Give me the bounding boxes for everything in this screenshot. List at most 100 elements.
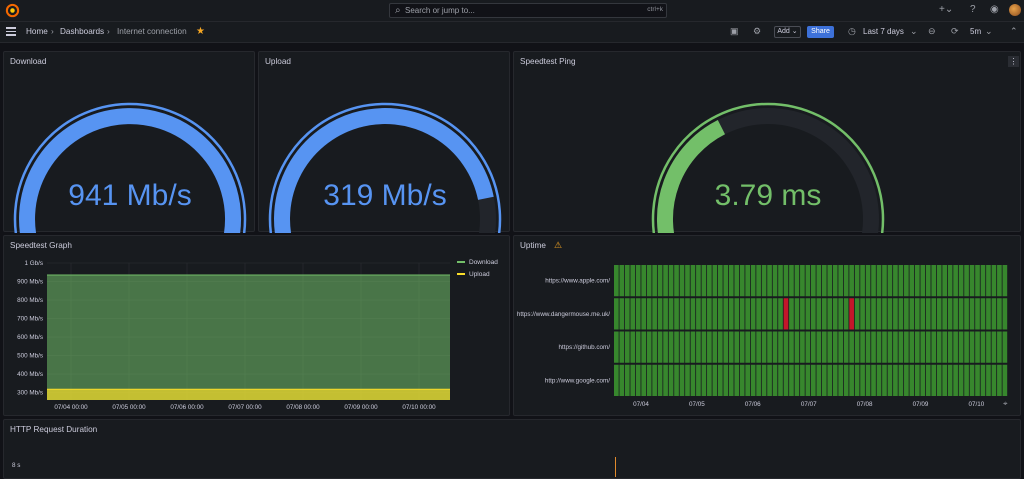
search-icon: ⌕ bbox=[395, 5, 401, 16]
breadcrumb-home[interactable]: Home bbox=[26, 27, 48, 36]
timeline-cell bbox=[865, 364, 871, 396]
settings-gear-icon[interactable]: ⚙ bbox=[753, 26, 761, 37]
panel-speedtest-graph[interactable]: Speedtest Graph 1 Gb/s 900 Mb/s 800 Mb/s 70… bbox=[3, 235, 510, 416]
help-icon[interactable]: ? bbox=[970, 4, 976, 15]
timeline-cell bbox=[975, 265, 980, 297]
timeline-cell bbox=[832, 265, 838, 297]
legend-item-download[interactable]: Download bbox=[457, 259, 498, 266]
timeline-cell bbox=[668, 265, 674, 297]
timeline-cell bbox=[756, 265, 761, 297]
timeline-cell bbox=[652, 265, 657, 297]
timeline-cell bbox=[821, 265, 827, 297]
timeline-cell bbox=[904, 265, 909, 297]
panel-download[interactable]: Download 941 Mb/s bbox=[3, 51, 255, 233]
panel-uptime[interactable]: Uptime ⚠ https://www.apple.com/https://w… bbox=[513, 235, 1021, 416]
timeline-cell bbox=[728, 298, 734, 330]
timeline-cell bbox=[904, 364, 909, 396]
x-tick-label: 07/05 bbox=[689, 401, 705, 408]
timeline-cell bbox=[942, 364, 948, 396]
gauge-track bbox=[657, 108, 879, 233]
timeline-cell bbox=[838, 265, 844, 297]
refresh-icon[interactable]: ⟳ bbox=[951, 26, 959, 37]
search-shortcut: ctrl+k bbox=[647, 6, 663, 13]
timeline-cell bbox=[679, 364, 685, 396]
panel-upload[interactable]: Upload 319 Mb/s bbox=[258, 51, 510, 233]
timeline-cell bbox=[696, 331, 701, 363]
timeline-cell bbox=[728, 265, 734, 297]
tooltip-icon[interactable]: ⌖ bbox=[1003, 399, 1008, 409]
timeline-cell bbox=[849, 265, 854, 297]
timeline-cell bbox=[641, 265, 647, 297]
star-icon[interactable]: ★ bbox=[196, 26, 205, 37]
legend-item-upload[interactable]: Upload bbox=[457, 271, 490, 278]
timeline-cell bbox=[723, 298, 729, 330]
timeline-cell bbox=[739, 331, 745, 363]
timeline-cell bbox=[914, 265, 920, 297]
panel-speedtest-ping[interactable]: Speedtest Ping ⋮ 3.79 ms bbox=[513, 51, 1021, 233]
dashboard-nav-bar: Home › Dashboards › Internet connection … bbox=[0, 22, 1024, 43]
collapse-chevron-icon[interactable]: ⌃ bbox=[1010, 26, 1018, 37]
news-rss-icon[interactable]: ◉ bbox=[990, 4, 999, 15]
annotation-marker[interactable] bbox=[615, 457, 616, 477]
timeline-cell bbox=[805, 364, 811, 396]
plus-icon[interactable]: +⌄ bbox=[939, 4, 953, 15]
refresh-interval-picker[interactable]: 5m bbox=[970, 27, 981, 36]
search-input[interactable]: ⌕ Search or jump to... ctrl+k bbox=[389, 3, 667, 18]
add-button[interactable]: Add ⌄ bbox=[774, 26, 801, 38]
timeline-cell bbox=[969, 298, 975, 330]
timeline-cell bbox=[783, 364, 789, 396]
share-button[interactable]: Share bbox=[807, 26, 834, 38]
chevron-down-icon[interactable]: ⌄ bbox=[985, 26, 993, 37]
timeline-cell bbox=[624, 298, 630, 330]
upload-value: 319 Mb/s bbox=[323, 179, 447, 212]
legend-swatch bbox=[457, 273, 465, 276]
clock-icon[interactable]: ◷ bbox=[848, 26, 856, 37]
timeline-cell bbox=[843, 265, 849, 297]
chevron-down-icon[interactable]: ⌄ bbox=[910, 26, 918, 37]
timeline-cell bbox=[936, 331, 942, 363]
timeline-cell bbox=[816, 298, 822, 330]
timeline-cell bbox=[854, 364, 860, 396]
timeline-cell bbox=[701, 364, 707, 396]
timeline-cell bbox=[772, 265, 778, 297]
timeline-cell bbox=[898, 364, 904, 396]
time-range-picker[interactable]: Last 7 days bbox=[863, 27, 904, 36]
zoom-out-icon[interactable]: ⊖ bbox=[928, 26, 936, 37]
legend-label: Upload bbox=[469, 271, 490, 278]
row-label: https://github.com/ bbox=[559, 344, 611, 351]
x-tick-label: 07/08 00:00 bbox=[286, 404, 320, 411]
panel-http-request-duration[interactable]: HTTP Request Duration 8 s bbox=[3, 419, 1021, 479]
menu-icon[interactable] bbox=[6, 27, 16, 36]
timeline-cell bbox=[986, 331, 991, 363]
timeline-cell bbox=[904, 331, 909, 363]
timeline-cell bbox=[936, 298, 942, 330]
breadcrumb-dashboards[interactable]: Dashboards bbox=[60, 27, 104, 36]
save-icon[interactable]: ▣ bbox=[730, 26, 739, 37]
grafana-logo-icon[interactable] bbox=[5, 3, 20, 18]
avatar[interactable] bbox=[1009, 4, 1021, 16]
y-tick-label: 300 Mb/s bbox=[17, 390, 43, 397]
timeline-cell bbox=[635, 298, 641, 330]
timeline-cell bbox=[794, 331, 800, 363]
timeline-cell bbox=[635, 265, 641, 297]
timeline-cell bbox=[958, 298, 964, 330]
y-tick-label: 900 Mb/s bbox=[17, 279, 43, 286]
timeline-cell bbox=[1002, 298, 1008, 330]
timeline-cell bbox=[997, 298, 1002, 330]
timeline-cell bbox=[772, 331, 778, 363]
timeline-cell bbox=[734, 298, 740, 330]
timeline-cell bbox=[865, 265, 871, 297]
timeline-cell bbox=[707, 298, 712, 330]
timeline-cell bbox=[947, 331, 953, 363]
timeline-cell bbox=[685, 265, 690, 297]
timeline-cell bbox=[696, 364, 701, 396]
timeline-cell bbox=[838, 298, 844, 330]
timeline-cell bbox=[657, 298, 663, 330]
timeline-cell bbox=[816, 331, 822, 363]
timeline-cell bbox=[838, 331, 844, 363]
timeline-cell bbox=[745, 265, 751, 297]
timeline-cell bbox=[624, 364, 630, 396]
timeline-cell bbox=[761, 298, 767, 330]
timeline-cell bbox=[619, 331, 625, 363]
timeline-cell bbox=[701, 331, 707, 363]
